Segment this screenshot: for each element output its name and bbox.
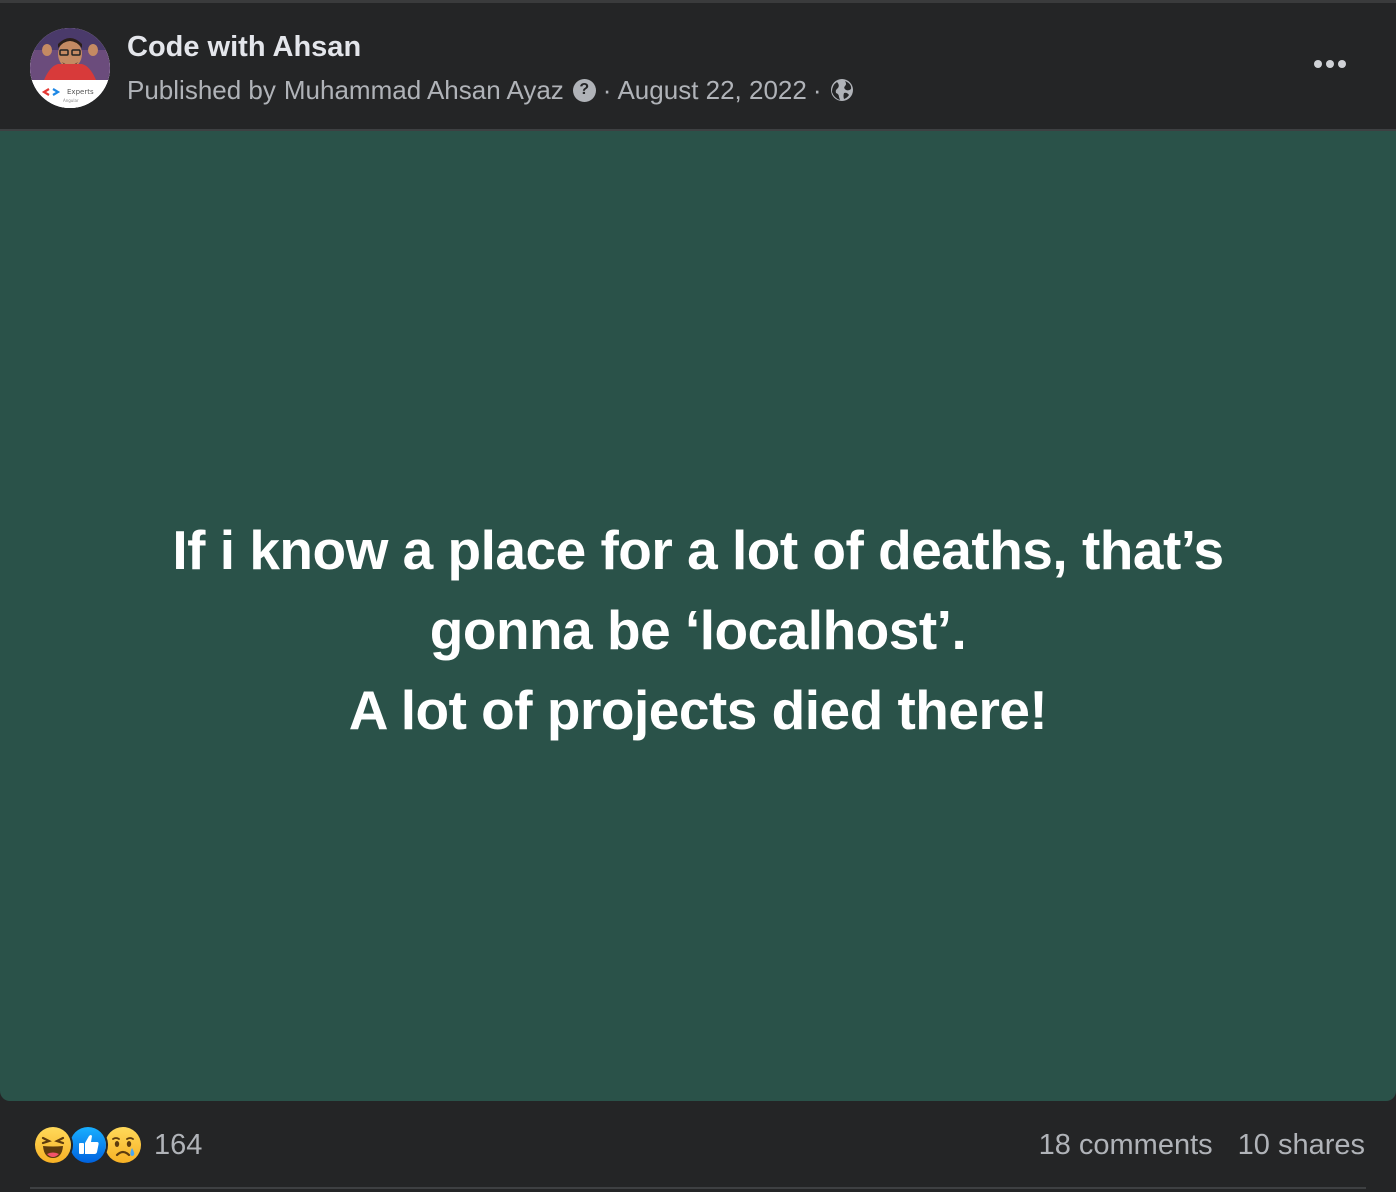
page-avatar[interactable]: Experts Angular (30, 28, 110, 108)
separator: · (602, 74, 612, 105)
reaction-count: 164 (154, 1128, 203, 1161)
post-header: Experts Angular Code with Ahsan Publishe… (0, 3, 1396, 129)
globe-icon[interactable] (830, 78, 854, 102)
post-meta: Published by Muhammad Ahsan Ayaz ? · Aug… (127, 73, 854, 107)
post-date[interactable]: August 22, 2022 (617, 75, 806, 106)
shares-count[interactable]: 10 shares (1238, 1129, 1365, 1162)
post-text-line: gonna be ‘localhost’. (429, 599, 967, 661)
post-content[interactable]: If i know a place for a lot of deaths, t… (0, 131, 1396, 1101)
reactions-summary[interactable]: 164 (33, 1125, 202, 1165)
avatar-badge-text: Experts (67, 88, 94, 96)
engagement-stats: 18 comments 10 shares (1039, 1125, 1365, 1165)
post-text-line: If i know a place for a lot of deaths, t… (172, 519, 1224, 581)
footer-divider (30, 1187, 1366, 1189)
separator: · (812, 74, 822, 105)
author-name[interactable]: Muhammad Ahsan Ayaz (284, 75, 564, 106)
haha-icon (33, 1125, 73, 1165)
post-footer: 164 18 comments 10 shares (0, 1101, 1396, 1192)
comments-count[interactable]: 18 comments (1039, 1129, 1213, 1162)
like-icon (68, 1125, 108, 1165)
avatar-badge-subtext: Angular (63, 98, 79, 103)
help-icon[interactable]: ? (572, 78, 596, 102)
facebook-post: Experts Angular Code with Ahsan Publishe… (0, 0, 1396, 1192)
post-text-line: A lot of projects died there! (348, 679, 1048, 741)
more-options-icon[interactable] (1304, 47, 1356, 81)
sad-icon (103, 1125, 143, 1165)
post-text: If i know a place for a lot of deaths, t… (98, 510, 1298, 750)
published-by-prefix: Published by (127, 74, 276, 105)
page-name[interactable]: Code with Ahsan (127, 31, 361, 64)
